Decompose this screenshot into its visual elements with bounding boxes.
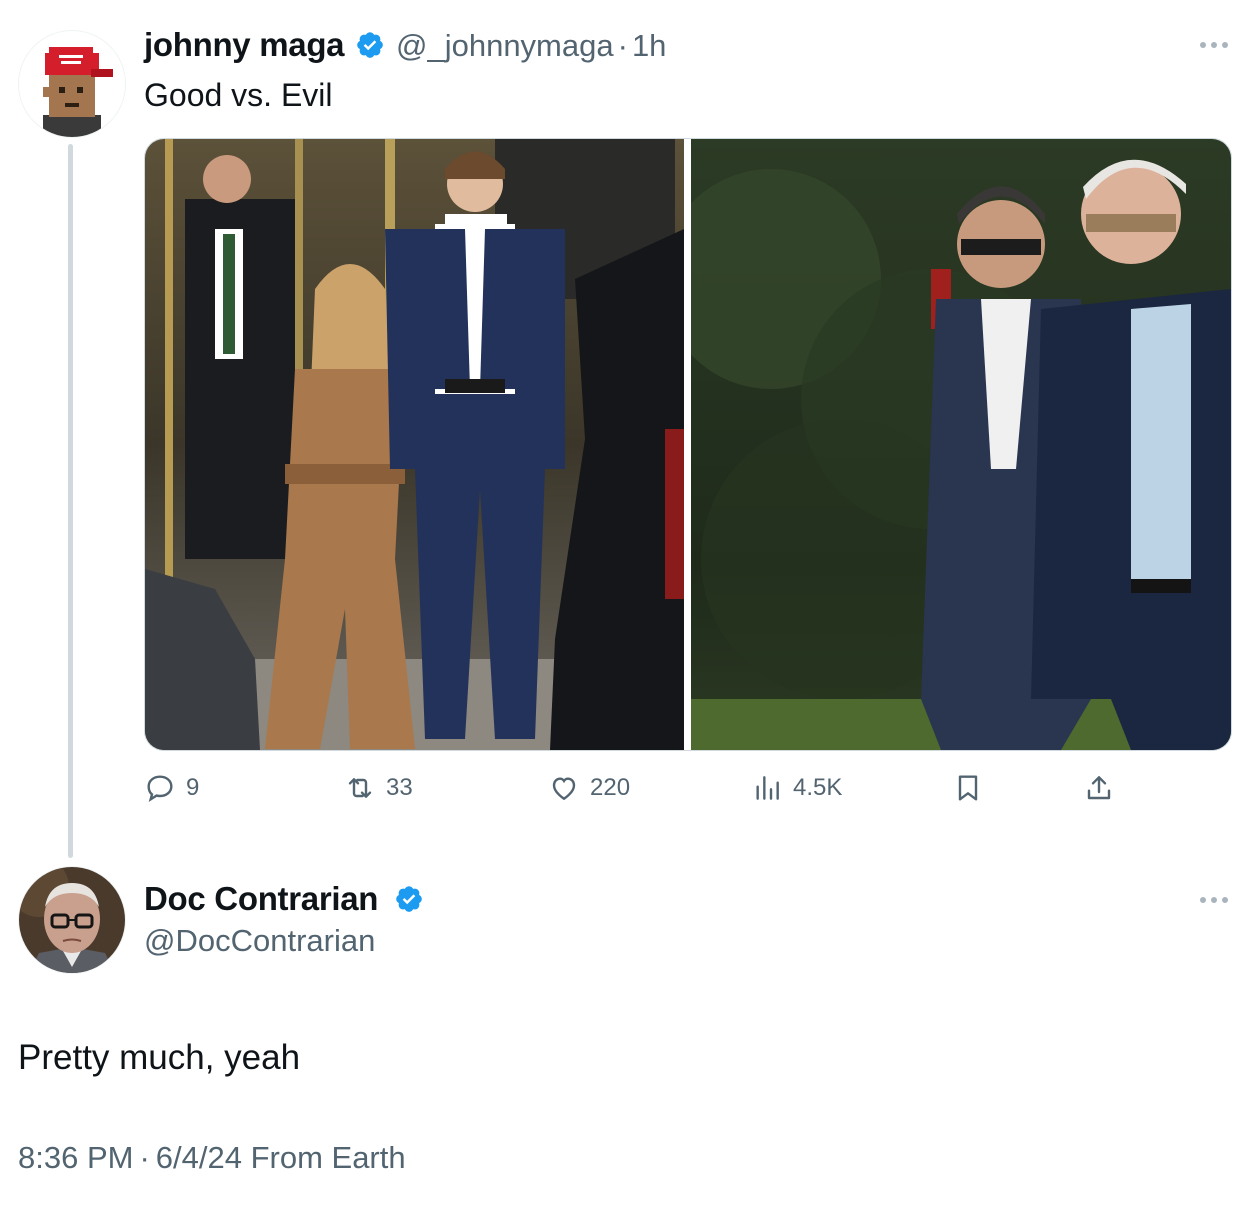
verified-badge-icon [396, 886, 422, 912]
reply-author-avatar[interactable] [18, 866, 126, 974]
heart-icon [552, 777, 576, 801]
reply-count: 9 [186, 774, 200, 801]
separator-dot: · [617, 28, 628, 63]
pixel-avatar-red-cap-icon [19, 31, 125, 137]
reply-time[interactable]: 8:36 PM [18, 1140, 133, 1175]
more-options-icon[interactable] [1199, 40, 1229, 50]
elderly-man-glasses-avatar-icon [19, 867, 125, 973]
original-author-handle[interactable]: @_johnnymaga · 1h [396, 28, 666, 64]
repost-action[interactable]: 33 [344, 772, 413, 804]
media-photo-1[interactable] [145, 139, 684, 750]
share-upload-icon [1087, 776, 1111, 800]
share-action[interactable] [1083, 772, 1115, 804]
media-grid [144, 138, 1232, 751]
reply-bubble-icon [147, 775, 173, 803]
views-count: 4.5K [793, 774, 843, 801]
separator-dot: · [139, 1140, 150, 1175]
media-photo-2[interactable] [691, 139, 1231, 750]
verified-badge-icon [357, 32, 383, 58]
more-options-icon[interactable] [1199, 895, 1229, 905]
photo-icon [145, 139, 684, 750]
like-count: 220 [590, 774, 631, 801]
media-divider [684, 139, 691, 750]
original-author-name[interactable]: johnny maga [144, 26, 345, 64]
original-author-avatar[interactable] [18, 30, 126, 138]
original-tweet-text: Good vs. Evil [144, 77, 333, 113]
handle-text: @_johnnymaga [396, 28, 614, 63]
reply-tweet-text: Pretty much, yeah [18, 1038, 301, 1077]
reply-tweet: Doc Contrarian @DocContrarian Pretty muc… [0, 860, 1249, 1205]
repost-icon [348, 778, 372, 798]
reply-timestamp-line: 8:36 PM · 6/4/24 From Earth [18, 1140, 406, 1176]
reply-author-handle[interactable]: @DocContrarian [144, 923, 375, 959]
bookmark-icon [958, 775, 978, 801]
repost-count: 33 [386, 774, 413, 801]
reply-date-source: 6/4/24 From Earth [155, 1140, 406, 1175]
bookmark-action[interactable] [952, 772, 984, 804]
analytics-bars-icon [756, 776, 779, 800]
time-ago[interactable]: 1h [632, 28, 666, 63]
reply-author-name[interactable]: Doc Contrarian [144, 880, 378, 918]
like-action[interactable]: 220 [548, 772, 630, 804]
reply-action[interactable]: 9 [144, 772, 199, 804]
original-tweet: johnny maga @_johnnymaga · 1h Good vs. Evi… [0, 0, 1249, 840]
photo-icon [691, 139, 1231, 750]
views-action[interactable]: 4.5K [751, 772, 842, 804]
